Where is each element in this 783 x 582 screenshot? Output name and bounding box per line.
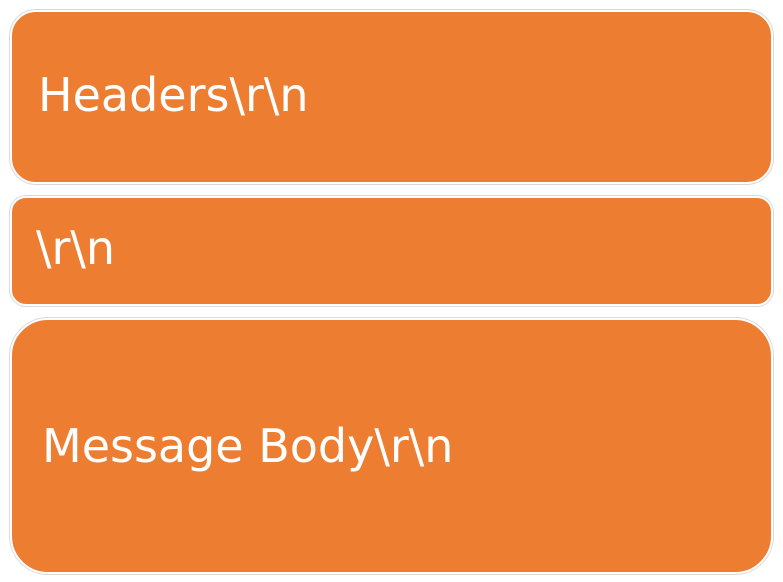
headers-block: Headers\r\n xyxy=(10,10,773,184)
headers-label: Headers\r\n xyxy=(38,68,309,122)
diagram-canvas: Headers\r\n \r\n Message Body\r\n xyxy=(0,0,783,582)
message-body-block: Message Body\r\n xyxy=(10,318,773,574)
crlf-separator-label: \r\n xyxy=(36,221,116,275)
crlf-separator-block: \r\n xyxy=(10,196,773,306)
message-body-label: Message Body\r\n xyxy=(42,419,454,473)
